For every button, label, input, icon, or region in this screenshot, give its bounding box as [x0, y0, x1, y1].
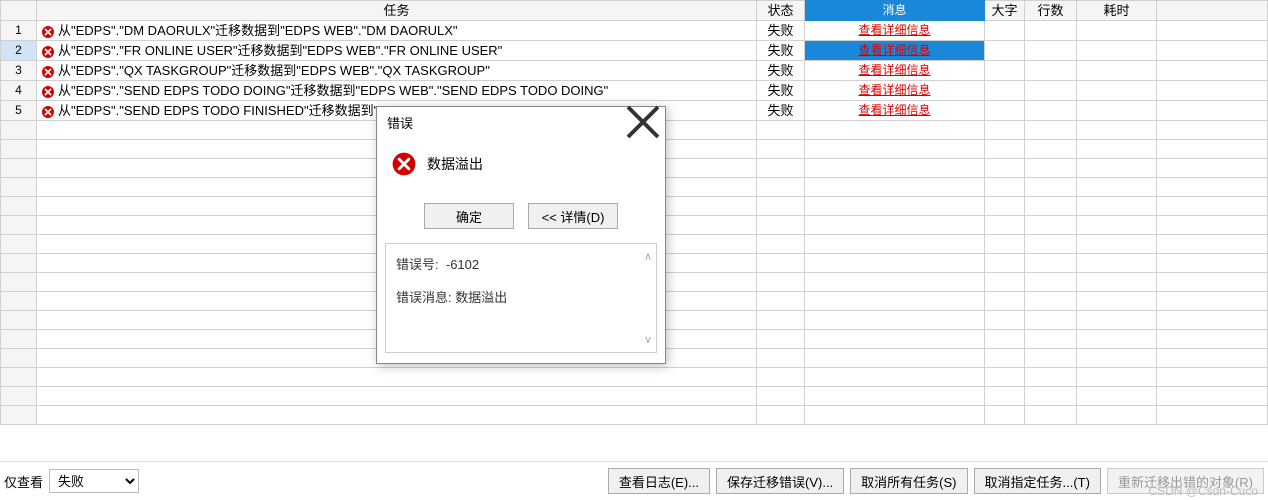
bottom-bar: 仅查看 失败 查看日志(E)... 保存迁移错误(V)... 取消所有任务(S)… — [0, 461, 1268, 500]
corner-cell — [1, 1, 37, 21]
font-cell — [985, 81, 1025, 101]
filler-cell — [1157, 61, 1268, 81]
rows-cell — [1025, 61, 1077, 81]
time-cell — [1077, 41, 1157, 61]
rows-cell — [1025, 101, 1077, 121]
error-x-icon — [41, 25, 55, 39]
error-x-icon — [41, 85, 55, 99]
col-time[interactable]: 耗时 — [1077, 1, 1157, 21]
message-link[interactable]: 查看详细信息 — [805, 81, 985, 101]
message-link[interactable]: 查看详细信息 — [805, 21, 985, 41]
col-filler — [1157, 1, 1268, 21]
error-icon — [391, 151, 417, 177]
status-cell: 失败 — [757, 21, 805, 41]
error-x-icon — [41, 45, 55, 59]
save-errors-button[interactable]: 保存迁移错误(V)... — [716, 468, 844, 494]
watermark: CSDN @Csdn-Cuco — [1148, 484, 1258, 498]
error-no-label: 错误号: — [396, 257, 439, 272]
font-cell — [985, 21, 1025, 41]
col-message[interactable]: 消息 — [805, 1, 985, 21]
row-number: 2 — [1, 41, 37, 61]
time-cell — [1077, 21, 1157, 41]
filter-select[interactable]: 失败 — [49, 469, 139, 493]
close-icon[interactable] — [625, 110, 661, 134]
task-cell: 从"EDPS"."SEND EDPS TODO DOING"迁移数据到"EDPS… — [37, 81, 757, 101]
error-x-icon — [41, 65, 55, 79]
error-no: -6102 — [446, 257, 479, 272]
task-cell: 从"EDPS"."DM DAORULX"迁移数据到"EDPS WEB"."DM … — [37, 21, 757, 41]
task-cell: 从"EDPS"."FR ONLINE USER"迁移数据到"EDPS WEB".… — [37, 41, 757, 61]
error-x-icon — [41, 105, 55, 119]
font-cell — [985, 101, 1025, 121]
time-cell — [1077, 61, 1157, 81]
dialog-message: 数据溢出 — [427, 154, 483, 174]
filler-cell — [1157, 21, 1268, 41]
empty-row — [1, 406, 1268, 425]
only-view-label: 仅查看 — [4, 472, 43, 491]
rows-cell — [1025, 81, 1077, 101]
col-status[interactable]: 状态 — [757, 1, 805, 21]
header-row: 任务 状态 消息 大字 行数 耗时 — [1, 1, 1268, 21]
rows-cell — [1025, 41, 1077, 61]
font-cell — [985, 41, 1025, 61]
dialog-detail-panel: 错误号: -6102 错误消息: 数据溢出 ∧ ∨ — [385, 243, 657, 353]
filler-cell — [1157, 81, 1268, 101]
message-link[interactable]: 查看详细信息 — [805, 101, 985, 121]
view-log-button[interactable]: 查看日志(E)... — [608, 468, 710, 494]
col-task[interactable]: 任务 — [37, 1, 757, 21]
cancel-all-button[interactable]: 取消所有任务(S) — [850, 468, 967, 494]
empty-row — [1, 387, 1268, 406]
cancel-specific-button[interactable]: 取消指定任务...(T) — [974, 468, 1101, 494]
status-cell: 失败 — [757, 61, 805, 81]
ok-button[interactable]: 确定 — [424, 203, 514, 229]
row-number: 5 — [1, 101, 37, 121]
font-cell — [985, 61, 1025, 81]
scroll-down-icon: ∨ — [644, 333, 652, 346]
status-cell: 失败 — [757, 81, 805, 101]
filler-cell — [1157, 101, 1268, 121]
time-cell — [1077, 81, 1157, 101]
status-cell: 失败 — [757, 41, 805, 61]
filler-cell — [1157, 41, 1268, 61]
table-row[interactable]: 4从"EDPS"."SEND EDPS TODO DOING"迁移数据到"EDP… — [1, 81, 1268, 101]
status-cell: 失败 — [757, 101, 805, 121]
row-number: 1 — [1, 21, 37, 41]
task-cell: 从"EDPS"."QX TASKGROUP"迁移数据到"EDPS WEB"."Q… — [37, 61, 757, 81]
error-dialog: 错误 数据溢出 确定 << 详情(D) 错误号: -6102 错误消息: 数据溢… — [376, 106, 666, 364]
error-msg: 数据溢出 — [455, 290, 507, 305]
rows-cell — [1025, 21, 1077, 41]
scroll-up-icon: ∧ — [644, 250, 652, 263]
time-cell — [1077, 101, 1157, 121]
error-msg-label: 错误消息: — [396, 290, 452, 305]
row-number: 4 — [1, 81, 37, 101]
col-font[interactable]: 大字 — [985, 1, 1025, 21]
details-button[interactable]: << 详情(D) — [528, 203, 618, 229]
message-link[interactable]: 查看详细信息 — [805, 61, 985, 81]
message-link[interactable]: 查看详细信息 — [805, 41, 985, 61]
row-number: 3 — [1, 61, 37, 81]
table-row[interactable]: 2从"EDPS"."FR ONLINE USER"迁移数据到"EDPS WEB"… — [1, 41, 1268, 61]
dialog-title: 错误 — [387, 113, 413, 132]
col-rows[interactable]: 行数 — [1025, 1, 1077, 21]
empty-row — [1, 368, 1268, 387]
table-row[interactable]: 1从"EDPS"."DM DAORULX"迁移数据到"EDPS WEB"."DM… — [1, 21, 1268, 41]
table-row[interactable]: 3从"EDPS"."QX TASKGROUP"迁移数据到"EDPS WEB"."… — [1, 61, 1268, 81]
